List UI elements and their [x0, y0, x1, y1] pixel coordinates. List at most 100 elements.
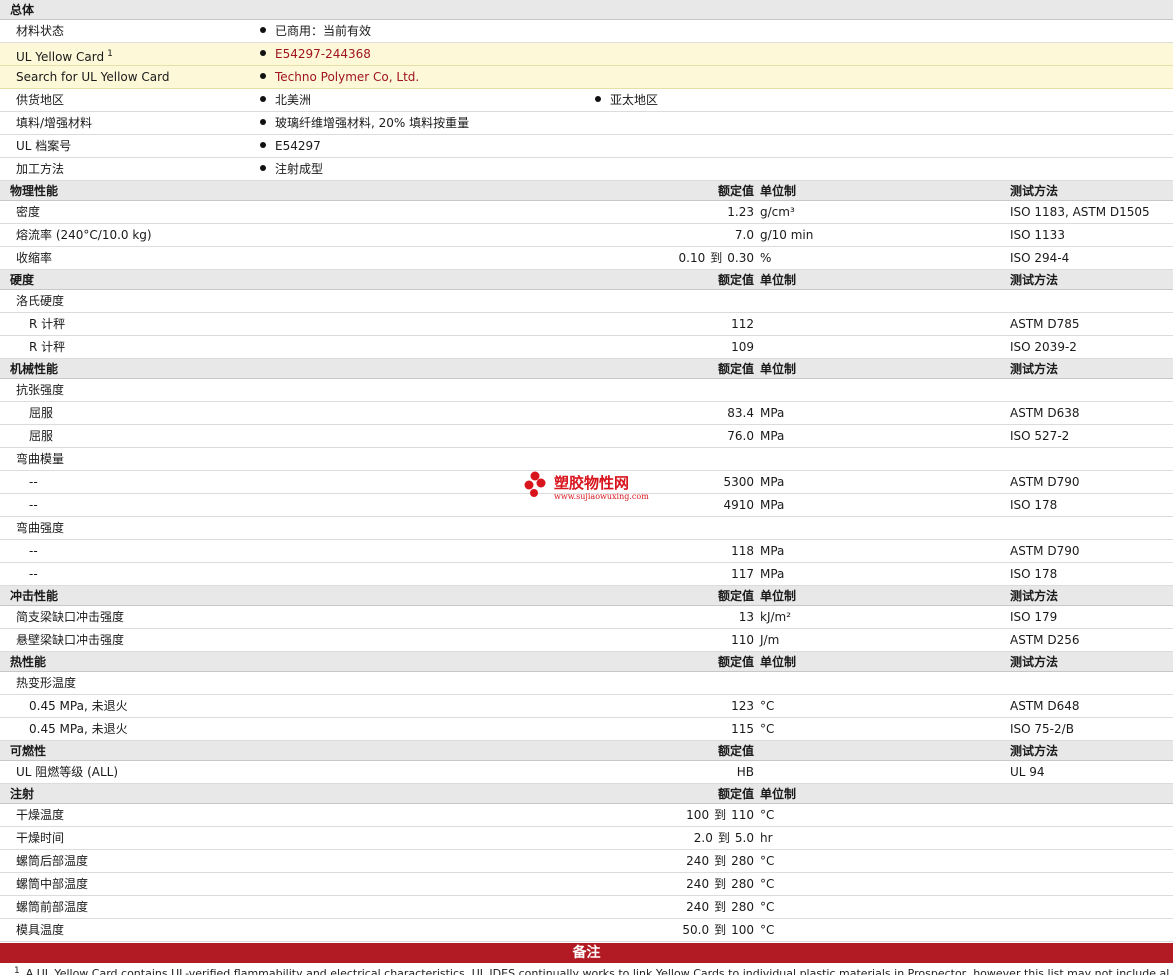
row-flex-modulus: 弯曲模量	[0, 448, 1173, 471]
row-label: 螺筒中部温度	[16, 877, 89, 891]
header-unit: 单位制	[760, 184, 797, 198]
row-unit: °C	[760, 808, 775, 822]
row-value: 83.4	[727, 406, 754, 420]
bullet-icon	[260, 27, 266, 33]
row-label: 螺筒后部温度	[16, 854, 89, 868]
row-process: 加工方法 注射成型	[0, 158, 1173, 181]
section-title: 注射	[10, 787, 35, 801]
logo-dots-icon	[524, 471, 546, 497]
header-unit: 单位制	[760, 273, 797, 287]
row-value: 7.0	[734, 228, 754, 242]
row-unit: MPa	[760, 475, 785, 489]
row-value: 112	[731, 317, 754, 331]
row-label: --	[29, 544, 38, 558]
footnote: 1 A UL Yellow Card contains UL-verified f…	[14, 963, 1169, 975]
row-tensile: 抗张强度	[0, 379, 1173, 402]
row-charpy: 简支梁缺口冲击强度 13 kJ/m² ISO 179	[0, 606, 1173, 629]
row-label: R 计秤	[29, 317, 66, 331]
header-nominal: 额定值	[717, 184, 754, 198]
section-general: 总体	[0, 0, 1173, 20]
row-unit: MPa	[760, 567, 785, 581]
row-label: 0.45 MPa, 未退火	[29, 722, 128, 736]
row-label: --	[29, 475, 38, 489]
row-unit: °C	[760, 722, 775, 736]
row-search-ul: Search for UL Yellow Card Techno Polymer…	[0, 66, 1173, 89]
bullet-icon	[260, 50, 266, 56]
row-density: 密度 1.23 g/cm³ ISO 1183, ASTM D1505	[0, 201, 1173, 224]
row-label: 模具温度	[16, 923, 65, 937]
bullet-icon	[260, 73, 266, 79]
row-unit: MPa	[760, 498, 785, 512]
section-title: 冲击性能	[10, 589, 59, 603]
row-method: ISO 1183, ASTM D1505	[1010, 205, 1150, 219]
row-value: HB	[736, 765, 754, 779]
header-nominal: 额定值	[717, 787, 754, 801]
watermark-name: 塑胶物性网	[554, 474, 630, 492]
header-nominal: 额定值	[717, 273, 754, 287]
row-value: 13	[738, 610, 754, 624]
row-ul-yellow-card: UL Yellow Card 1 E54297-244368	[0, 43, 1173, 66]
row-unit: MPa	[760, 429, 785, 443]
row-label: 加工方法	[16, 162, 65, 176]
row-hdt-2: 0.45 MPa, 未退火 115 °C ISO 75-2/B	[0, 718, 1173, 741]
row-value-range: 240 到 280	[686, 900, 754, 914]
row-value-range: 240 到 280	[686, 854, 754, 868]
row-label: UL 阻燃等级 (ALL)	[16, 765, 119, 779]
header-method: 测试方法	[1010, 589, 1059, 603]
notes-header: 备注	[0, 943, 1173, 963]
row-value: 5300	[723, 475, 754, 489]
bullet-value: 玻璃纤维增强材料, 20% 填料按重量	[260, 112, 469, 135]
section-impact: 冲击性能 额定值 单位制 测试方法	[0, 586, 1173, 606]
row-label: 弯曲模量	[16, 452, 65, 466]
row-rockwell-r2: R 计秤 109 ISO 2039-2	[0, 336, 1173, 359]
row-value-range: 0.10 到 0.30	[678, 251, 754, 265]
section-hardness: 硬度 额定值 单位制 测试方法	[0, 270, 1173, 290]
section-title: 热性能	[10, 655, 47, 669]
bullet-value: 亚太地区	[595, 89, 658, 112]
row-method: UL 94	[1010, 765, 1045, 779]
bullet-icon	[260, 165, 266, 171]
bullet-value: 已商用：当前有效	[260, 20, 371, 43]
row-label: 熔流率 (240°C/10.0 kg)	[16, 228, 152, 242]
bullet-value: Techno Polymer Co, Ltd.	[260, 66, 419, 89]
header-method: 测试方法	[1010, 744, 1059, 758]
header-unit: 单位制	[760, 655, 797, 669]
bullet-value: 北美洲	[260, 89, 311, 112]
row-method: ISO 75-2/B	[1010, 722, 1074, 736]
row-izod: 悬壁梁缺口冲击强度 110 J/m ASTM D256	[0, 629, 1173, 652]
section-title: 总体	[10, 3, 35, 17]
row-method: ISO 178	[1010, 567, 1058, 581]
bullet-icon	[260, 96, 266, 102]
row-label: 屈服	[29, 429, 54, 443]
row-rockwell-r1: R 计秤 112 ASTM D785	[0, 313, 1173, 336]
row-label: 干燥温度	[16, 808, 65, 822]
row-label: 简支梁缺口冲击强度	[16, 610, 125, 624]
row-label: 0.45 MPa, 未退火	[29, 699, 128, 713]
row-value: 76.0	[727, 429, 754, 443]
supplier-link[interactable]: Techno Polymer Co, Ltd.	[275, 70, 419, 84]
row-rockwell: 洛氏硬度	[0, 290, 1173, 313]
row-hdt: 热变形温度	[0, 672, 1173, 695]
row-value: 117	[731, 567, 754, 581]
row-method: ASTM D790	[1010, 475, 1080, 489]
row-material-status: 材料状态 已商用：当前有效	[0, 20, 1173, 43]
footnote-text: A UL Yellow Card contains UL-verified fl…	[25, 967, 1169, 975]
row-method: ASTM D638	[1010, 406, 1080, 420]
row-ul-rating: UL 阻燃等级 (ALL) HB UL 94	[0, 761, 1173, 784]
row-filler: 填料/增强材料 玻璃纤维增强材料, 20% 填料按重量	[0, 112, 1173, 135]
ul-card-link[interactable]: E54297-244368	[275, 47, 371, 61]
row-flex-strength-1: -- 118 MPa ASTM D790	[0, 540, 1173, 563]
row-supply-region: 供货地区 北美洲 亚太地区	[0, 89, 1173, 112]
row-method: ISO 527-2	[1010, 429, 1070, 443]
section-flammability: 可燃性 额定值 测试方法	[0, 741, 1173, 761]
row-label: 填料/增强材料	[16, 116, 93, 130]
row-method: ISO 179	[1010, 610, 1058, 624]
header-method: 测试方法	[1010, 273, 1059, 287]
row-label: 洛氏硬度	[16, 294, 65, 308]
row-value: 109	[731, 340, 754, 354]
row-rear-temp: 螺筒后部温度 240 到 280 °C	[0, 850, 1173, 873]
row-label: --	[29, 498, 38, 512]
row-dry-time: 干燥时间 2.0 到 5.0 hr	[0, 827, 1173, 850]
footnote-number: 1	[14, 966, 20, 975]
row-value: 110	[731, 633, 754, 647]
